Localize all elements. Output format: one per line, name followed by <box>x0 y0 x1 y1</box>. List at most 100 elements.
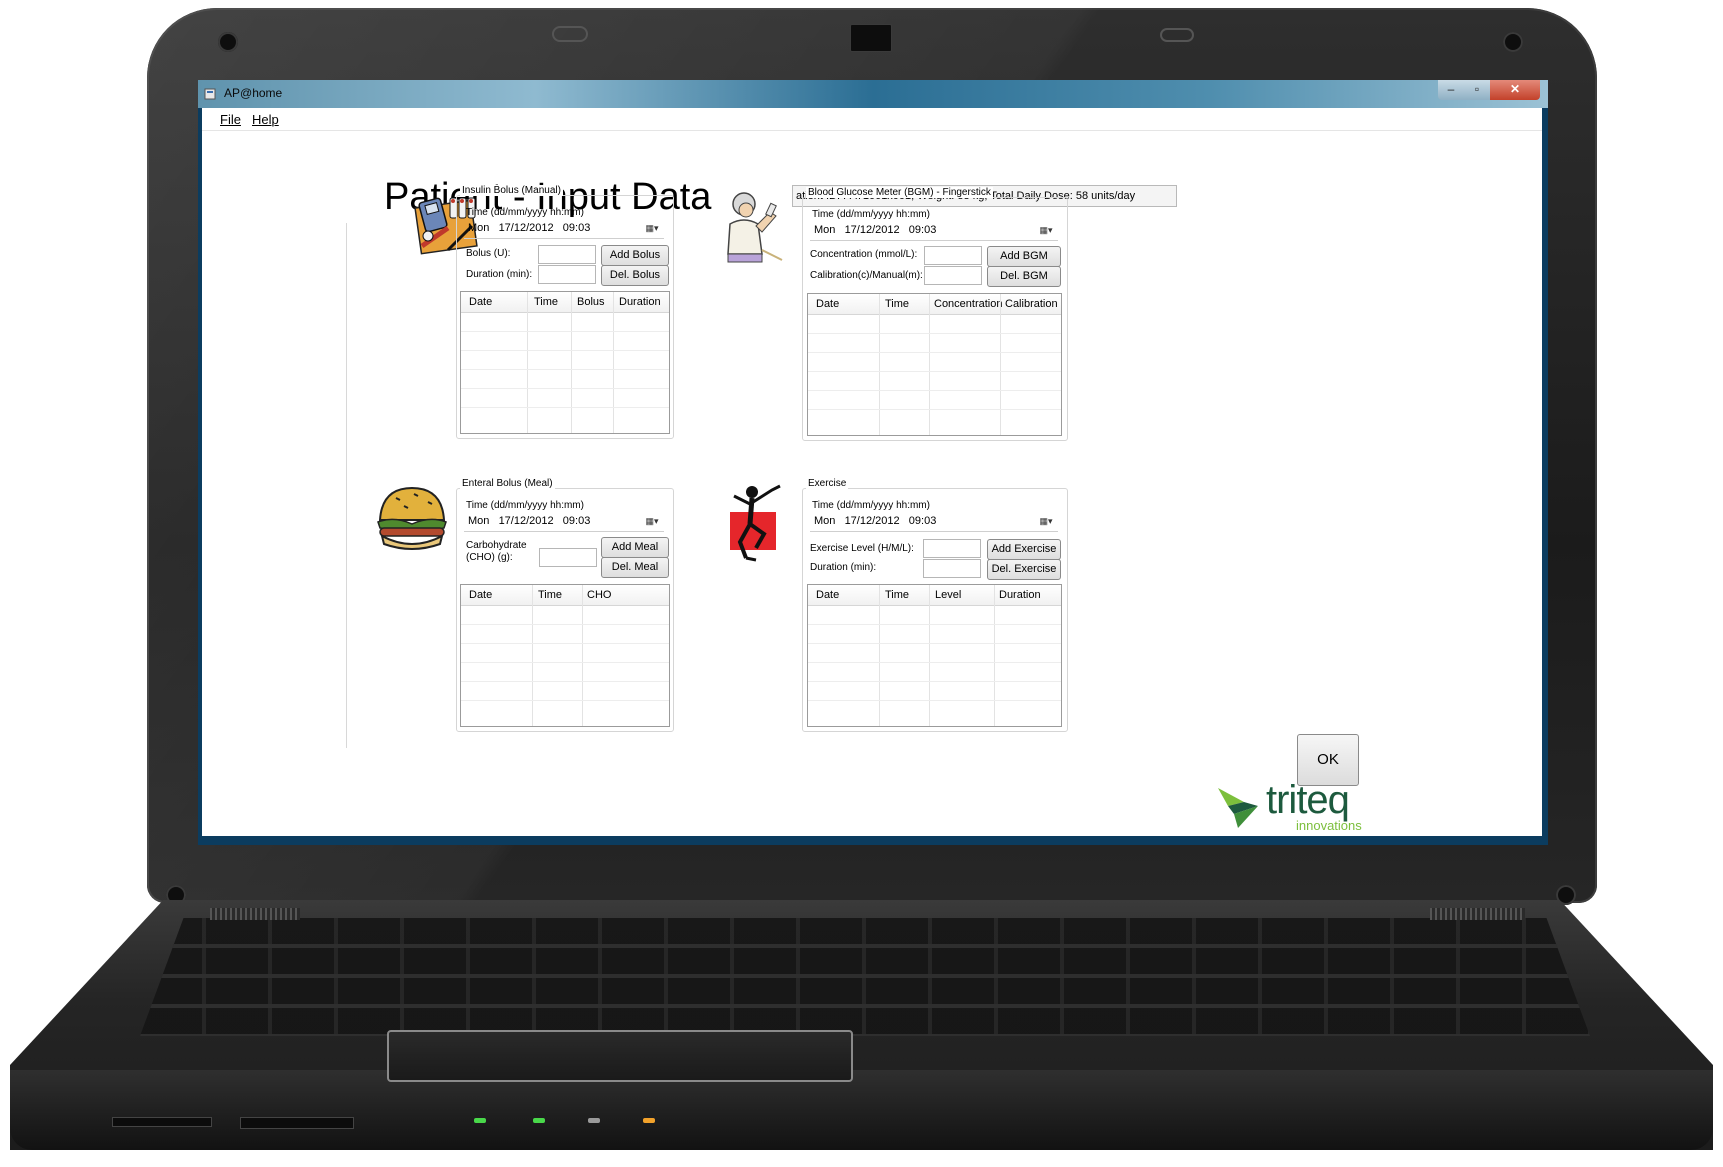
add-bgm-button[interactable]: Add BGM <box>987 246 1061 267</box>
bgm-concentration-input[interactable] <box>924 246 982 265</box>
exercise-datetime-picker[interactable]: Mon 17/12/2012 09:03 ▦▾ <box>810 514 1058 532</box>
grid-row-line <box>808 662 1061 663</box>
app-icon <box>204 87 216 100</box>
grid-row-line <box>808 371 1061 372</box>
insulin-group-label: Insulin Bolus (Manual) <box>460 185 563 196</box>
insulin-time-label: Time (dd/mm/yyyy hh:mm) <box>466 207 584 218</box>
exercise-person-icon <box>726 482 784 564</box>
calendar-dropdown-icon[interactable]: ▦▾ <box>1036 223 1056 238</box>
speaker-grille-right <box>1430 908 1525 920</box>
lid-latch-right <box>1160 28 1194 42</box>
insulin-bolus-label: Bolus (U): <box>466 248 511 259</box>
grid-row-line <box>461 369 669 370</box>
led-power <box>533 1118 545 1123</box>
add-meal-button[interactable]: Add Meal <box>601 537 669 558</box>
grid-col-line <box>582 585 583 726</box>
grid-row-line <box>461 643 669 644</box>
grid-header-duration: Duration <box>619 296 661 308</box>
grid-header-date: Date <box>469 589 493 601</box>
menu-help[interactable]: Help <box>252 112 279 127</box>
grid-col-line <box>879 585 880 726</box>
grid-header-concentration: Concentration <box>934 298 1003 310</box>
bgm-datetime-picker[interactable]: Mon 17/12/2012 09:03 ▦▾ <box>810 223 1058 241</box>
grid-header-bolus: Bolus <box>577 296 605 308</box>
exercise-level-input[interactable] <box>923 539 981 558</box>
close-button[interactable]: ✕ <box>1490 80 1540 100</box>
triteq-logo-mark-icon <box>1218 788 1258 828</box>
calendar-dropdown-icon[interactable]: ▦▾ <box>1036 514 1056 529</box>
meal-datetime-value: Mon 17/12/2012 09:03 <box>468 515 591 527</box>
bgm-concentration-label: Concentration (mmol/L): <box>810 249 918 260</box>
insulin-bolus-input[interactable] <box>538 245 596 264</box>
speaker-grille-left <box>210 908 300 920</box>
exercise-time-label: Time (dd/mm/yyyy hh:mm) <box>812 500 930 511</box>
grid-header-duration: Duration <box>999 589 1041 601</box>
card-slot-sd <box>240 1117 354 1129</box>
grid-col-line <box>879 294 880 435</box>
grid-header-date: Date <box>816 298 840 310</box>
minimize-button[interactable]: – <box>1438 80 1464 100</box>
touchpad <box>387 1030 853 1082</box>
bgm-data-grid[interactable]: Date Time Concentration Calibration <box>807 293 1062 436</box>
grid-row-line <box>808 643 1061 644</box>
lid-screw-left <box>218 32 238 52</box>
bgm-calibration-input[interactable] <box>924 266 982 285</box>
insulin-datetime-value: Mon 17/12/2012 09:03 <box>468 222 591 234</box>
exercise-data-grid[interactable]: Date Time Level Duration <box>807 584 1062 727</box>
grid-header-calibration: Calibration <box>1005 298 1058 310</box>
grid-col-line <box>613 292 614 433</box>
grid-row-line <box>808 333 1061 334</box>
meal-cho-label-line1: Carbohydrate <box>466 540 527 551</box>
meal-grid-header: Date Time CHO <box>461 585 669 606</box>
exercise-datetime-value: Mon 17/12/2012 09:03 <box>814 515 937 527</box>
logo-tagline: innovations <box>1296 818 1362 833</box>
window-controls: – ▫ ✕ <box>1438 80 1540 100</box>
del-bgm-button[interactable]: Del. BGM <box>987 266 1061 287</box>
window-title: AP@home <box>224 86 283 100</box>
menu-bar: File Help <box>202 108 1542 131</box>
grid-row-line <box>461 624 669 625</box>
grid-col-line <box>1000 294 1001 435</box>
grid-row-line <box>808 700 1061 701</box>
calendar-dropdown-icon[interactable]: ▦▾ <box>642 221 662 236</box>
grid-col-line <box>527 292 528 433</box>
meal-data-grid[interactable]: Date Time CHO <box>460 584 670 727</box>
grid-row-line <box>461 681 669 682</box>
grid-header-time: Time <box>538 589 563 601</box>
meal-cho-input[interactable] <box>539 548 597 567</box>
exercise-duration-label: Duration (min): <box>810 562 877 573</box>
window-titlebar[interactable]: AP@home – ▫ ✕ <box>198 80 1548 108</box>
grid-row-line <box>461 407 669 408</box>
add-exercise-button[interactable]: Add Exercise <box>987 539 1061 560</box>
calendar-dropdown-icon[interactable]: ▦▾ <box>642 514 662 529</box>
del-meal-button[interactable]: Del. Meal <box>601 557 669 578</box>
bgm-group-label: Blood Glucose Meter (BGM) - Fingerstick <box>806 187 993 198</box>
bgm-datetime-value: Mon 17/12/2012 09:03 <box>814 224 937 236</box>
meal-datetime-picker[interactable]: Mon 17/12/2012 09:03 ▦▾ <box>464 514 664 532</box>
card-slot <box>112 1117 212 1127</box>
insulin-duration-input[interactable] <box>538 265 596 284</box>
grid-row-line <box>461 700 669 701</box>
grid-header-time: Time <box>885 298 910 310</box>
menu-file[interactable]: File <box>220 112 241 127</box>
bgm-calibration-label: Calibration(c)/Manual(m): <box>810 270 923 281</box>
del-bolus-button[interactable]: Del. Bolus <box>601 265 669 286</box>
grid-col-line <box>994 585 995 726</box>
add-bolus-button[interactable]: Add Bolus <box>601 245 669 266</box>
exercise-duration-input[interactable] <box>923 559 981 578</box>
grid-header-date: Date <box>816 589 840 601</box>
insulin-data-grid[interactable]: Date Time Bolus Duration <box>460 291 670 434</box>
burger-icon <box>374 484 450 554</box>
grid-row-line <box>808 624 1061 625</box>
grid-header-cho: CHO <box>587 589 612 601</box>
screen: AP@home – ▫ ✕ File Help Patient - Input … <box>198 80 1548 845</box>
maximize-button[interactable]: ▫ <box>1464 80 1490 100</box>
fingerstick-person-icon <box>722 190 786 264</box>
led-wireless <box>474 1118 486 1123</box>
del-exercise-button[interactable]: Del. Exercise <box>987 559 1061 580</box>
grid-header-time: Time <box>534 296 559 308</box>
exercise-level-label: Exercise Level (H/M/L): <box>810 543 914 554</box>
insulin-datetime-picker[interactable]: Mon 17/12/2012 09:03 ▦▾ <box>464 221 664 239</box>
grid-row-line <box>808 409 1061 410</box>
grid-row-line <box>461 662 669 663</box>
